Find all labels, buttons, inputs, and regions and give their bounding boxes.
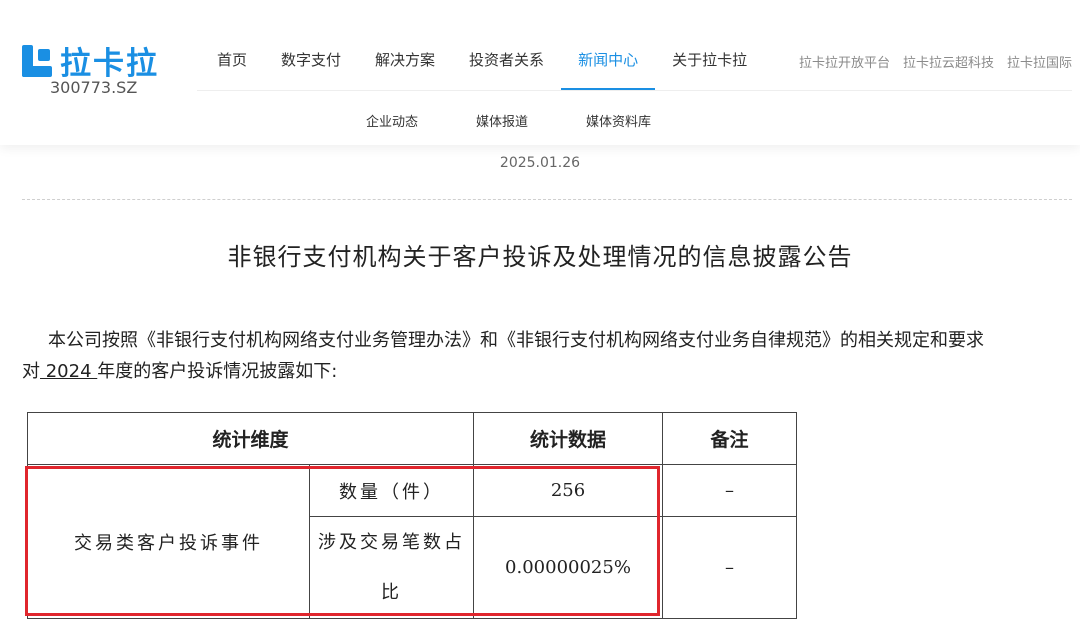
article-date: 2025.01.26: [499, 155, 581, 171]
report-year: 2024: [40, 361, 98, 382]
header-data: 统计数据: [473, 412, 663, 465]
value-count: 256: [473, 464, 663, 517]
header-note: 备注: [662, 412, 797, 465]
nav-divider: [197, 90, 1072, 91]
paragraph-line-1: 本公司按照《非银行支付机构网络支付业务管理办法》和《非银行支付机构网络支付业务自…: [48, 330, 984, 351]
paragraph-prefix: 对: [22, 361, 40, 382]
dimension-ratio-line2: 比: [381, 581, 402, 603]
table-row: 交易类客户投诉事件 数量（件） 256 –: [27, 464, 797, 619]
site-header: 拉卡拉 300773.SZ 首页 数字支付 解决方案 投资者关系 新闻中心 关于…: [0, 0, 1080, 145]
nav-solutions[interactable]: 解决方案: [358, 42, 452, 90]
logo[interactable]: 拉卡拉: [22, 38, 159, 83]
subnav-company-news[interactable]: 企业动态: [366, 111, 418, 130]
paragraph-suffix: 年度的客户投诉情况披露如下:: [97, 361, 338, 382]
complaint-stats-table: 统计维度 统计数据 备注 交易类客户投诉事件 数量（件） 256 – 涉及交易笔…: [27, 412, 797, 619]
nav-digital-payment[interactable]: 数字支付: [264, 42, 358, 90]
paragraph-line-2: 对 2024 年度的客户投诉情况披露如下:: [22, 356, 1077, 387]
value-ratio: 0.00000025%: [473, 516, 663, 619]
link-international[interactable]: 拉卡拉国际: [1007, 52, 1072, 71]
nav-investor-relations[interactable]: 投资者关系: [452, 42, 561, 90]
article-title: 非银行支付机构关于客户投诉及处理情况的信息披露公告: [227, 243, 853, 271]
group-label: 交易类客户投诉事件: [27, 464, 310, 619]
nav-news-center[interactable]: 新闻中心: [561, 42, 656, 91]
logo-text: 拉卡拉: [60, 46, 159, 82]
note-count: –: [662, 464, 797, 517]
external-links: 拉卡拉开放平台 拉卡拉云超科技 拉卡拉国际: [786, 52, 1072, 71]
dimension-count: 数量（件）: [309, 464, 474, 517]
nav-home[interactable]: 首页: [200, 42, 264, 90]
dimension-ratio-line1: 涉及交易笔数占: [318, 531, 465, 553]
table-header-row: 统计维度 统计数据 备注: [27, 412, 797, 465]
article-paragraph: 本公司按照《非银行支付机构网络支付业务管理办法》和《非银行支付机构网络支付业务自…: [22, 325, 1077, 387]
nav-about[interactable]: 关于拉卡拉: [655, 42, 764, 90]
link-cloud-tech[interactable]: 拉卡拉云超科技: [903, 52, 994, 71]
subnav-media-library[interactable]: 媒体资料库: [586, 111, 651, 130]
link-open-platform[interactable]: 拉卡拉开放平台: [799, 52, 890, 71]
subnav-media-reports[interactable]: 媒体报道: [476, 111, 528, 130]
lakala-logo-icon: [22, 44, 56, 77]
dimension-ratio: 涉及交易笔数占 比: [309, 516, 474, 619]
stock-code: 300773.SZ: [50, 78, 138, 97]
header-dimension: 统计维度: [27, 412, 474, 465]
dashed-divider: [22, 199, 1072, 200]
note-ratio: –: [662, 516, 797, 619]
main-nav: 首页 数字支付 解决方案 投资者关系 新闻中心 关于拉卡拉: [200, 42, 764, 91]
sub-nav: 企业动态 媒体报道 媒体资料库: [366, 111, 709, 130]
